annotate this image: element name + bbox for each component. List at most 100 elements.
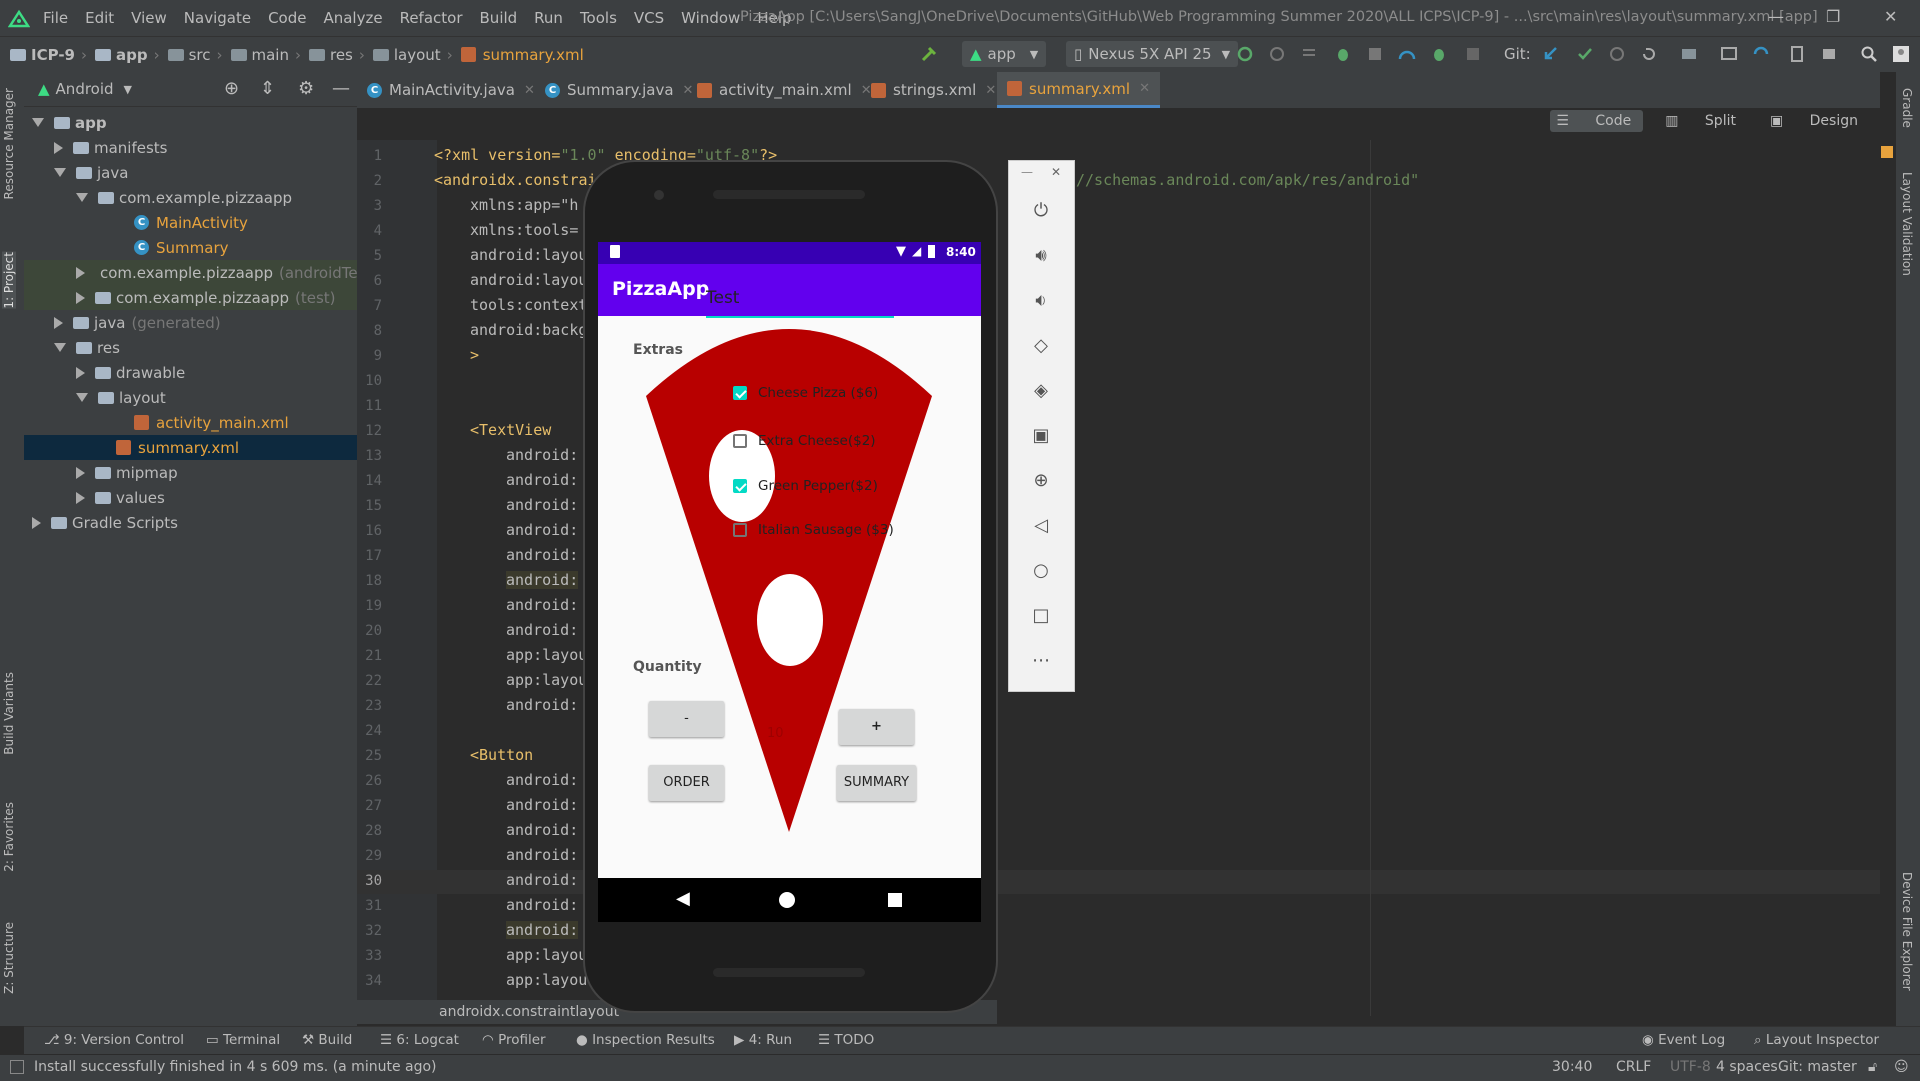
- menu-file[interactable]: File: [43, 9, 68, 27]
- design-view-button[interactable]: ▣ Design: [1764, 110, 1870, 132]
- menu-navigate[interactable]: Navigate: [184, 9, 251, 27]
- close-icon[interactable]: ✕: [1139, 81, 1150, 96]
- tab-resource-manager[interactable]: Resource Manager: [2, 88, 16, 199]
- rotate-right-icon[interactable]: ◈: [1029, 379, 1053, 403]
- split-view-button[interactable]: ▥ Split: [1659, 110, 1748, 132]
- chevron-down-icon[interactable]: [76, 393, 88, 402]
- breadcrumb-src[interactable]: src ›: [167, 46, 223, 64]
- tree-item[interactable]: res: [54, 335, 120, 360]
- locate-icon[interactable]: ⊕: [224, 78, 239, 99]
- chevron-right-icon[interactable]: [76, 491, 85, 504]
- restore-icon[interactable]: ❐: [1826, 7, 1840, 26]
- breadcrumb-layout[interactable]: layout ›: [372, 46, 453, 64]
- close-icon[interactable]: ✕: [985, 83, 996, 98]
- tab-version-control[interactable]: ⎇ 9: Version Control: [44, 1032, 184, 1048]
- apply-code-icon[interactable]: [1300, 45, 1318, 63]
- close-icon[interactable]: ✕: [524, 83, 535, 98]
- extra-cheese-label[interactable]: Extra Cheese($2): [758, 433, 876, 449]
- cheese-pizza-label[interactable]: Cheese Pizza ($6): [758, 385, 878, 401]
- hide-panel-icon[interactable]: —: [332, 78, 350, 99]
- tab-favorites[interactable]: 2: Favorites: [2, 802, 16, 872]
- tree-item[interactable]: com.example.pizzaapp (test): [24, 285, 357, 310]
- tab-build[interactable]: ⚒ Build: [302, 1032, 352, 1048]
- tab-strings-xml[interactable]: strings.xml ✕: [871, 72, 996, 108]
- power-icon[interactable]: ⏻: [1029, 199, 1053, 223]
- tab-summary-xml[interactable]: summary.xml ✕: [997, 72, 1160, 108]
- breadcrumb-file[interactable]: summary.xml: [460, 46, 584, 64]
- tab-profiler[interactable]: ◠ Profiler: [482, 1032, 546, 1048]
- cursor-position[interactable]: 30:40: [1552, 1059, 1592, 1075]
- chevron-right-icon[interactable]: [76, 466, 85, 479]
- line-separator[interactable]: CRLF: [1616, 1059, 1651, 1075]
- chevron-down-icon[interactable]: [32, 118, 44, 127]
- overview-icon[interactable]: □: [1029, 604, 1053, 628]
- rerun-icon[interactable]: [1236, 45, 1254, 63]
- tree-item[interactable]: layout: [76, 385, 166, 410]
- device-selector[interactable]: ▯ Nexus 5X API 25 ▼: [1066, 41, 1239, 67]
- tab-build-variants[interactable]: Build Variants: [2, 672, 16, 755]
- menu-tools[interactable]: Tools: [580, 9, 617, 27]
- menu-vcs[interactable]: VCS: [634, 9, 664, 27]
- close-window-icon[interactable]: ✕: [1884, 7, 1897, 26]
- tab-logcat[interactable]: ☰ 6: Logcat: [380, 1032, 459, 1048]
- tab-todo[interactable]: ☰ TODO: [818, 1032, 874, 1048]
- tab-project[interactable]: 1: Project: [2, 252, 16, 309]
- tab-terminal[interactable]: ▭ Terminal: [206, 1032, 280, 1048]
- git-commit-icon[interactable]: [1576, 45, 1594, 63]
- stop-icon[interactable]: [1464, 45, 1482, 63]
- menu-window[interactable]: Window: [681, 9, 740, 27]
- tab-activity-main-xml[interactable]: activity_main.xml ✕: [697, 72, 872, 108]
- sdk-manager-icon[interactable]: [1820, 45, 1838, 63]
- breadcrumb-res[interactable]: res ›: [308, 46, 365, 64]
- close-icon[interactable]: ✕: [1051, 165, 1061, 179]
- avd-manager-icon[interactable]: [1720, 45, 1738, 63]
- order-button[interactable]: ORDER: [649, 765, 724, 801]
- git-update-icon[interactable]: [1542, 45, 1560, 63]
- lock-icon[interactable]: 🔓︎: [1868, 1059, 1877, 1075]
- file-encoding[interactable]: UTF-8: [1670, 1059, 1711, 1075]
- debug-icon[interactable]: [1334, 45, 1352, 63]
- warning-marker-icon[interactable]: [1881, 146, 1893, 158]
- breadcrumb-app[interactable]: app ›: [94, 46, 160, 64]
- increment-button[interactable]: +: [839, 709, 914, 745]
- chevron-down-icon[interactable]: [54, 168, 66, 177]
- tab-layout-inspector[interactable]: ⌕ Layout Inspector: [1754, 1032, 1879, 1048]
- tree-item[interactable]: app: [32, 110, 107, 135]
- camera-icon[interactable]: ▣: [1029, 424, 1053, 448]
- menu-code[interactable]: Code: [268, 9, 306, 27]
- tab-event-log[interactable]: ◉ Event Log: [1642, 1032, 1725, 1048]
- green-pepper-checkbox[interactable]: [733, 479, 747, 493]
- tab-run[interactable]: ▶ 4: Run: [734, 1032, 792, 1048]
- home-icon[interactable]: ○: [1029, 559, 1053, 583]
- attach-debugger-icon[interactable]: [1430, 45, 1448, 63]
- code-view-button[interactable]: ☰ Code: [1550, 110, 1644, 132]
- back-icon[interactable]: ◁: [1029, 514, 1053, 538]
- minimize-icon[interactable]: —: [1768, 7, 1784, 26]
- git-history-icon[interactable]: [1608, 45, 1626, 63]
- chevron-right-icon[interactable]: [76, 266, 85, 279]
- sync-gradle-icon[interactable]: [1752, 45, 1770, 63]
- close-icon[interactable]: ✕: [683, 83, 694, 98]
- italian-sausage-checkbox[interactable]: [733, 523, 747, 537]
- decrement-button[interactable]: -: [649, 701, 724, 737]
- green-pepper-label[interactable]: Green Pepper($2): [758, 478, 878, 494]
- close-icon[interactable]: ✕: [861, 83, 872, 98]
- summary-button[interactable]: SUMMARY: [837, 765, 916, 801]
- tree-item[interactable]: com.example.pizzaapp: [76, 185, 292, 210]
- tree-item[interactable]: java: [54, 160, 128, 185]
- cheese-pizza-checkbox[interactable]: [733, 386, 747, 400]
- status-message[interactable]: Install successfully finished in 4 s 609…: [34, 1059, 437, 1075]
- panel-toggle-icon[interactable]: [10, 1060, 24, 1074]
- tree-item[interactable]: drawable: [76, 360, 185, 385]
- tab-device-file-explorer[interactable]: Device File Explorer: [1900, 872, 1914, 991]
- device-manager-icon[interactable]: [1788, 45, 1806, 63]
- coverage-icon[interactable]: [1366, 45, 1384, 63]
- chevron-right-icon[interactable]: [76, 291, 85, 304]
- profile-icon[interactable]: [1398, 45, 1416, 63]
- volume-up-icon[interactable]: 🔊︎: [1029, 244, 1053, 268]
- tree-item[interactable]: Gradle Scripts: [32, 510, 178, 535]
- tab-summary-java[interactable]: C Summary.java ✕: [545, 72, 693, 108]
- menu-edit[interactable]: Edit: [85, 9, 114, 27]
- chevron-right-icon[interactable]: [54, 141, 63, 154]
- user-icon[interactable]: [1892, 45, 1910, 63]
